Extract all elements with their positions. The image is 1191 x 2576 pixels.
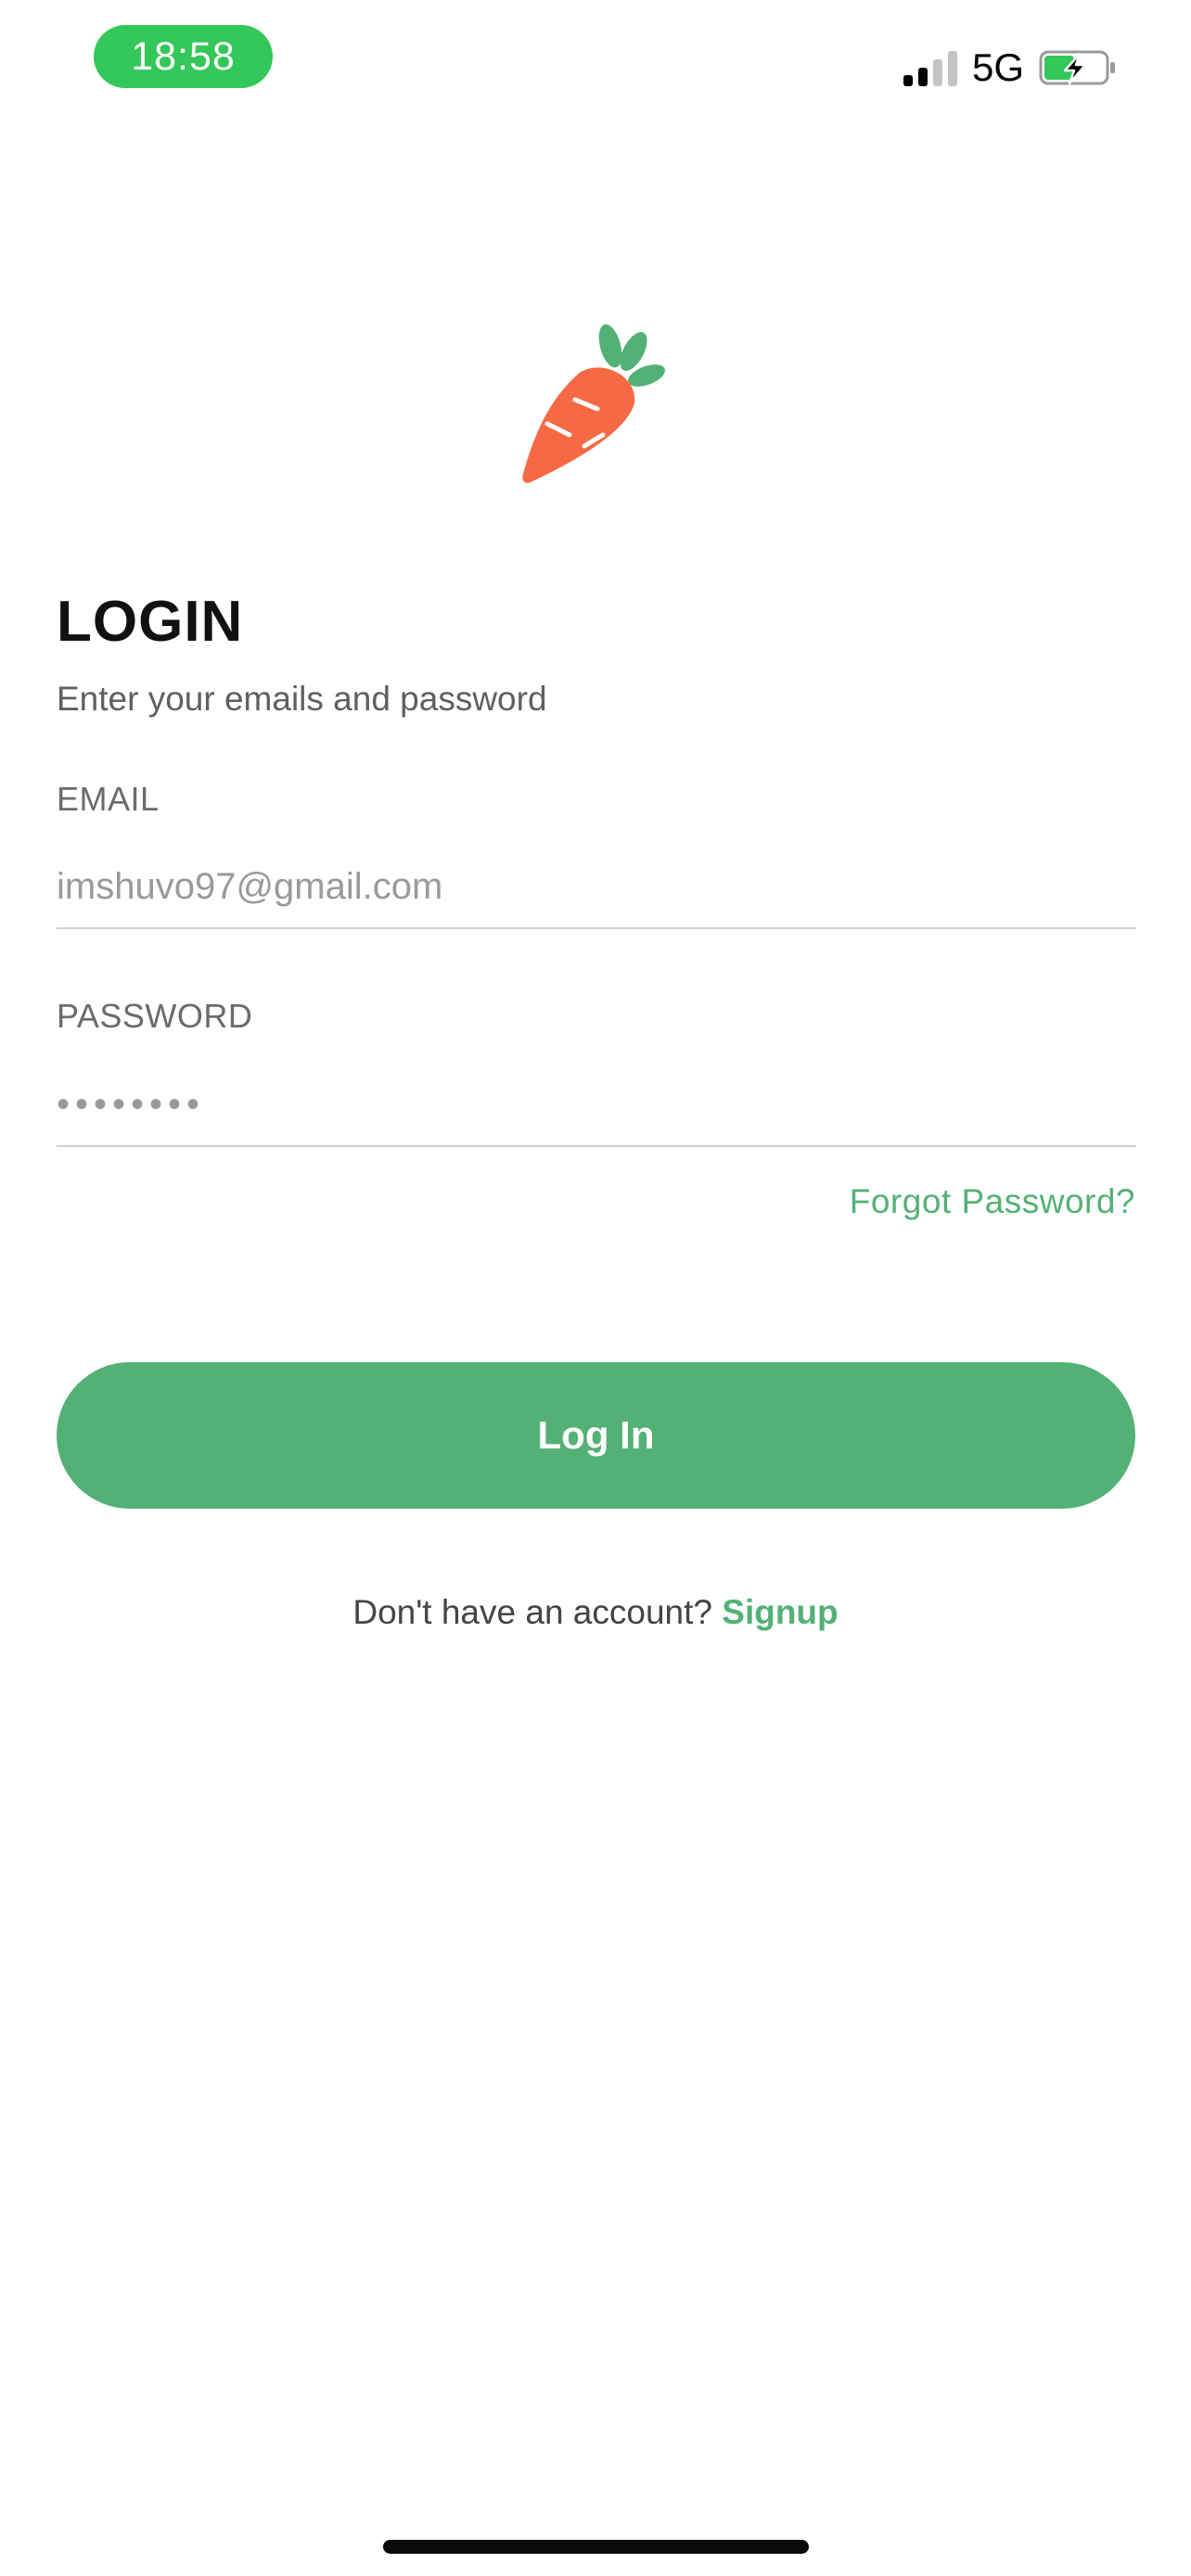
- network-type-label: 5G: [971, 45, 1024, 89]
- home-indicator[interactable]: [383, 2540, 809, 2554]
- carrot-icon: [522, 324, 666, 483]
- password-field[interactable]: [57, 1064, 1136, 1147]
- signup-prompt-text: Don't have an account?: [352, 1593, 723, 1631]
- cellular-signal-icon: [903, 49, 957, 86]
- forgot-password-link[interactable]: Forgot Password?: [850, 1182, 1135, 1221]
- battery-charging-icon: [1039, 50, 1115, 85]
- page-title: LOGIN: [57, 590, 244, 654]
- status-indicators: 5G: [903, 45, 1117, 91]
- email-field[interactable]: [57, 846, 1136, 929]
- status-time-pill: 18:58: [94, 25, 273, 88]
- signup-link[interactable]: Signup: [722, 1593, 838, 1631]
- login-button[interactable]: Log In: [57, 1362, 1135, 1509]
- signup-prompt: Don't have an account? Signup: [0, 1593, 1191, 1632]
- password-label: PASSWORD: [57, 997, 253, 1035]
- status-time: 18:58: [131, 33, 236, 79]
- page-subtitle: Enter your emails and password: [57, 680, 547, 718]
- email-label: EMAIL: [57, 780, 160, 818]
